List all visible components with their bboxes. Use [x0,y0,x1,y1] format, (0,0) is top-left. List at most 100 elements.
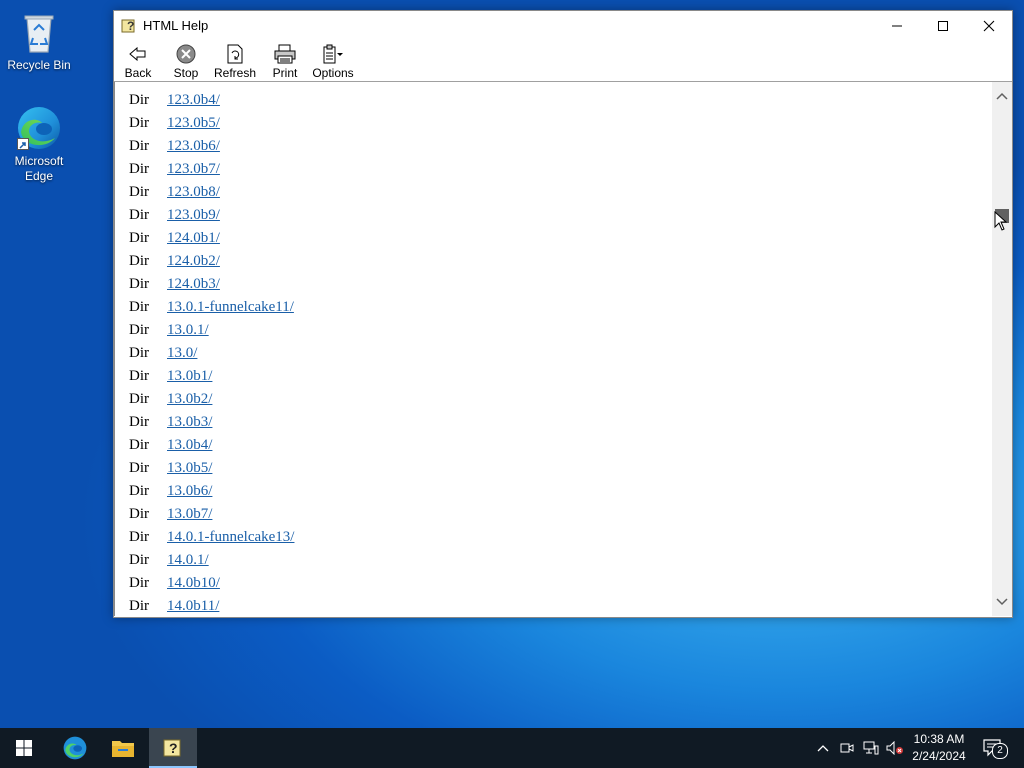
desktop-icon-recycle-bin[interactable]: Recycle Bin [1,8,77,73]
options-button[interactable]: Options [309,43,357,80]
entry-type-label: Dir [129,483,149,499]
list-item: Dir 123.0b7/ [115,156,993,179]
print-button[interactable]: Print [261,43,309,80]
entry-type-label: Dir [129,552,149,568]
entry-type-label: Dir [129,253,149,269]
list-item: Dir 14.0.1/ [115,547,993,570]
desktop-icon-edge[interactable]: Microsoft Edge [1,104,77,184]
list-item: Dir 123.0b5/ [115,110,993,133]
back-arrow-icon [127,43,149,65]
entry-type-label: Dir [129,115,149,131]
chevron-up-icon [817,745,829,752]
directory-link[interactable]: 14.0.1-funnelcake13/ [167,529,294,546]
entry-type-label: Dir [129,184,149,200]
list-item: Dir 14.0b10/ [115,570,993,593]
network-icon [863,741,879,755]
svg-text:?: ? [127,19,134,33]
list-item: Dir 13.0/ [115,340,993,363]
recycle-bin-icon [15,8,63,56]
directory-link[interactable]: 123.0b8/ [167,184,220,201]
scroll-down-button[interactable] [992,592,1012,612]
list-item: Dir 14.0.1-funnelcake13/ [115,524,993,547]
html-help-icon: ? [163,739,181,757]
options-label: Options [312,66,354,80]
directory-link[interactable]: 124.0b2/ [167,253,220,270]
entry-type-label: Dir [129,391,149,407]
directory-link[interactable]: 13.0b5/ [167,460,212,477]
list-item: Dir 13.0b7/ [115,501,993,524]
directory-link[interactable]: 124.0b1/ [167,230,220,247]
mouse-cursor-icon [994,210,1008,236]
list-item: Dir 13.0b5/ [115,455,993,478]
show-hidden-icons-button[interactable] [814,728,832,768]
svg-text:?: ? [169,740,178,756]
directory-link[interactable]: 13.0b1/ [167,368,212,385]
directory-link[interactable]: 13.0/ [167,345,197,362]
directory-link[interactable]: 124.0b3/ [167,276,220,293]
chevron-down-icon [996,598,1008,606]
directory-link[interactable]: 123.0b5/ [167,115,220,132]
taskbar-file-explorer[interactable] [99,728,147,768]
directory-link[interactable]: 13.0b3/ [167,414,212,431]
network-button[interactable] [861,728,881,768]
directory-link[interactable]: 13.0b4/ [167,437,212,454]
directory-link[interactable]: 13.0.1-funnelcake11/ [167,299,294,316]
entry-type-label: Dir [129,460,149,476]
directory-link[interactable]: 14.0b11/ [167,598,219,615]
stop-button[interactable]: Stop [162,43,210,80]
directory-link[interactable]: 13.0b7/ [167,506,212,523]
directory-link[interactable]: 123.0b6/ [167,138,220,155]
entry-type-label: Dir [129,230,149,246]
directory-link[interactable]: 13.0b2/ [167,391,212,408]
stop-label: Stop [173,66,199,80]
list-item: Dir 13.0b6/ [115,478,993,501]
directory-link[interactable]: 123.0b7/ [167,161,220,178]
listing-rows: Dir 123.0b4/Dir 123.0b5/Dir 123.0b6/Dir 123.… [115,87,993,616]
entry-type-label: Dir [129,207,149,223]
close-icon [983,20,995,32]
close-button[interactable] [966,11,1012,41]
toolbar: Back Stop Refresh Print Options [114,41,1012,82]
directory-link[interactable]: 123.0b9/ [167,207,220,224]
entry-type-label: Dir [129,345,149,361]
clock[interactable]: 10:38 AM 2/24/2024 [900,731,978,765]
back-button[interactable]: Back [114,43,162,80]
list-item: Dir 124.0b2/ [115,248,993,271]
refresh-button[interactable]: Refresh [211,43,259,80]
directory-link[interactable]: 13.0b6/ [167,483,212,500]
list-item: Dir 123.0b6/ [115,133,993,156]
taskbar-edge[interactable] [51,728,99,768]
list-item: Dir 123.0b8/ [115,179,993,202]
directory-link[interactable]: 13.0.1/ [167,322,209,339]
clock-date: 2/24/2024 [912,749,966,763]
taskbar-html-help[interactable]: ? [149,728,197,768]
maximize-button[interactable] [920,11,966,41]
maximize-icon [938,21,948,31]
minimize-button[interactable] [874,11,920,41]
entry-type-label: Dir [129,92,149,108]
directory-link[interactable]: 14.0b10/ [167,575,220,592]
directory-listing: Dir 123.0b4/Dir 123.0b5/Dir 123.0b6/Dir 123.… [114,82,993,616]
entry-type-label: Dir [129,529,149,545]
meet-now-button[interactable] [838,728,856,768]
vertical-scrollbar[interactable] [992,82,1012,616]
options-icon [322,43,344,65]
list-item: Dir 124.0b3/ [115,271,993,294]
entry-type-label: Dir [129,598,149,614]
directory-link[interactable]: 14.0.1/ [167,552,209,569]
entry-type-label: Dir [129,506,149,522]
desktop: Recycle Bin Microsoft Edge ? HTML Help B… [0,0,1024,728]
entry-type-label: Dir [129,138,149,154]
directory-link[interactable]: 123.0b4/ [167,92,220,109]
scroll-up-button[interactable] [992,86,1012,106]
desktop-icon-label: Microsoft Edge [14,154,64,183]
file-explorer-icon [112,741,134,757]
list-item: Dir 13.0b2/ [115,386,993,409]
action-center-button[interactable]: 2 [980,728,1008,768]
entry-type-label: Dir [129,368,149,384]
refresh-label: Refresh [213,66,257,80]
entry-type-label: Dir [129,575,149,591]
title-bar[interactable]: ? HTML Help [114,11,1012,41]
start-button[interactable] [0,728,48,768]
back-label: Back [124,66,152,80]
